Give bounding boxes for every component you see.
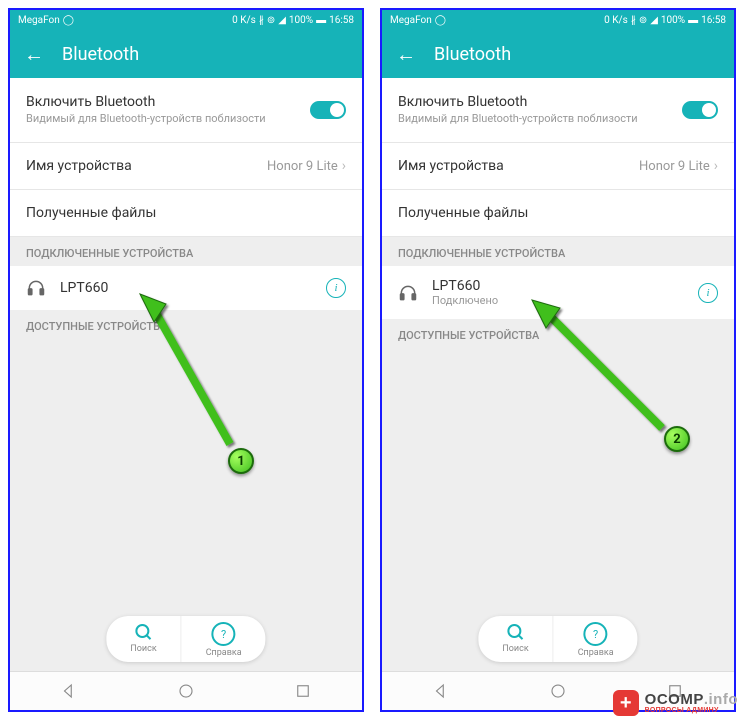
search-label: Поиск bbox=[130, 644, 156, 654]
info-icon[interactable]: i bbox=[326, 278, 346, 298]
nav-home-icon[interactable] bbox=[177, 682, 195, 700]
signal-icon: ◢ bbox=[278, 15, 286, 26]
device-name-value: Honor 9 Lite bbox=[639, 159, 710, 174]
content-area: Включить Bluetooth Видимый для Bluetooth… bbox=[10, 78, 362, 710]
search-label: Поиск bbox=[502, 644, 528, 654]
phone-screenshot-2: MegaFon ◯ 0 K/s ∦ ⊚ ◢ 100% ▬ 16:58 ← Blu… bbox=[380, 8, 736, 712]
enable-bluetooth-label: Включить Bluetooth bbox=[26, 94, 310, 110]
carrier-icon: ◯ bbox=[435, 15, 446, 26]
enable-bluetooth-row[interactable]: Включить Bluetooth Видимый для Bluetooth… bbox=[382, 78, 734, 143]
device-name-label: Имя устройства bbox=[26, 158, 267, 174]
info-icon[interactable]: i bbox=[698, 283, 718, 303]
status-bar: MegaFon ◯ 0 K/s ∦ ⊚ ◢ 100% ▬ 16:58 bbox=[382, 10, 734, 30]
watermark-suffix: .info bbox=[704, 691, 738, 708]
search-button[interactable]: Поиск bbox=[478, 616, 552, 662]
status-bar: MegaFon ◯ 0 K/s ∦ ⊚ ◢ 100% ▬ 16:58 bbox=[10, 10, 362, 30]
annotation-badge-1: 1 bbox=[228, 448, 254, 474]
bluetooth-toggle[interactable] bbox=[682, 101, 718, 119]
help-button[interactable]: ? Справка bbox=[181, 616, 266, 662]
watermark-plus-icon: + bbox=[613, 690, 639, 716]
battery-label: 100% bbox=[661, 15, 685, 26]
connected-device-row[interactable]: LPT660 i bbox=[10, 266, 362, 310]
watermark-brand: OCOMP bbox=[645, 691, 704, 708]
device-name-value: Honor 9 Lite bbox=[267, 159, 338, 174]
bluetooth-icon: ∦ bbox=[631, 15, 636, 26]
page-title: Bluetooth bbox=[434, 44, 511, 65]
battery-label: 100% bbox=[289, 15, 313, 26]
headphones-icon bbox=[398, 283, 418, 303]
app-header: ← Bluetooth bbox=[10, 30, 362, 78]
received-files-label: Полученные файлы bbox=[398, 205, 718, 221]
help-label: Справка bbox=[578, 648, 614, 658]
connected-devices-header: ПОДКЛЮЧЕННЫЕ УСТРОЙСТВА bbox=[10, 237, 362, 266]
time-label: 16:58 bbox=[329, 15, 354, 26]
device-status: Подключено bbox=[432, 294, 684, 307]
connected-device-row[interactable]: LPT660 Подключено i bbox=[382, 266, 734, 319]
received-files-label: Полученные файлы bbox=[26, 205, 346, 221]
enable-bluetooth-label: Включить Bluetooth bbox=[398, 94, 682, 110]
nav-back-icon[interactable] bbox=[60, 682, 78, 700]
headphones-icon bbox=[26, 278, 46, 298]
time-label: 16:58 bbox=[701, 15, 726, 26]
help-button[interactable]: ? Справка bbox=[553, 616, 638, 662]
carrier-label: MegaFon bbox=[390, 15, 432, 26]
help-icon: ? bbox=[584, 622, 608, 646]
speed-label: 0 K/s bbox=[604, 15, 628, 26]
enable-bluetooth-sub: Видимый для Bluetooth-устройств поблизос… bbox=[398, 112, 682, 125]
available-devices-header: ДОСТУПНЫЕ УСТРОЙСТВ bbox=[10, 310, 362, 339]
back-arrow-icon[interactable]: ← bbox=[396, 44, 416, 64]
device-name: LPT660 bbox=[60, 280, 312, 296]
device-name: LPT660 bbox=[432, 278, 684, 294]
speed-label: 0 K/s bbox=[232, 15, 256, 26]
device-name-row[interactable]: Имя устройства Honor 9 Lite › bbox=[382, 143, 734, 190]
bluetooth-icon: ∦ bbox=[259, 15, 264, 26]
back-arrow-icon[interactable]: ← bbox=[24, 44, 44, 64]
bottom-actions: Поиск ? Справка bbox=[106, 616, 265, 662]
received-files-row[interactable]: Полученные файлы bbox=[382, 190, 734, 237]
device-name-label: Имя устройства bbox=[398, 158, 639, 174]
battery-icon: ▬ bbox=[688, 15, 698, 26]
battery-icon: ▬ bbox=[316, 15, 326, 26]
search-icon bbox=[506, 622, 526, 642]
enable-bluetooth-sub: Видимый для Bluetooth-устройств поблизос… bbox=[26, 112, 310, 125]
bluetooth-toggle[interactable] bbox=[310, 101, 346, 119]
search-icon bbox=[134, 622, 154, 642]
device-name-row[interactable]: Имя устройства Honor 9 Lite › bbox=[10, 143, 362, 190]
nav-recent-icon[interactable] bbox=[294, 682, 312, 700]
phone-screenshot-1: MegaFon ◯ 0 K/s ∦ ⊚ ◢ 100% ▬ 16:58 ← Blu… bbox=[8, 8, 364, 712]
received-files-row[interactable]: Полученные файлы bbox=[10, 190, 362, 237]
enable-bluetooth-row[interactable]: Включить Bluetooth Видимый для Bluetooth… bbox=[10, 78, 362, 143]
watermark-tagline: ВОПРОСЫ АДМИНУ bbox=[645, 707, 738, 714]
wifi-icon: ⊚ bbox=[267, 15, 275, 26]
chevron-right-icon: › bbox=[342, 158, 346, 174]
carrier-icon: ◯ bbox=[63, 15, 74, 26]
content-area: Включить Bluetooth Видимый для Bluetooth… bbox=[382, 78, 734, 710]
help-icon: ? bbox=[212, 622, 236, 646]
page-title: Bluetooth bbox=[62, 44, 139, 65]
wifi-icon: ⊚ bbox=[639, 15, 647, 26]
chevron-right-icon: › bbox=[714, 158, 718, 174]
watermark: + OCOMP.info ВОПРОСЫ АДМИНУ bbox=[613, 690, 738, 716]
nav-home-icon[interactable] bbox=[549, 682, 567, 700]
annotation-badge-2: 2 bbox=[664, 426, 690, 452]
connected-devices-header: ПОДКЛЮЧЕННЫЕ УСТРОЙСТВА bbox=[382, 237, 734, 266]
bottom-actions: Поиск ? Справка bbox=[478, 616, 637, 662]
system-navbar bbox=[10, 671, 362, 710]
help-label: Справка bbox=[206, 648, 242, 658]
available-devices-header: ДОСТУПНЫЕ УСТРОЙСТВА bbox=[382, 319, 734, 348]
signal-icon: ◢ bbox=[650, 15, 658, 26]
search-button[interactable]: Поиск bbox=[106, 616, 180, 662]
app-header: ← Bluetooth bbox=[382, 30, 734, 78]
nav-back-icon[interactable] bbox=[432, 682, 450, 700]
carrier-label: MegaFon bbox=[18, 15, 60, 26]
